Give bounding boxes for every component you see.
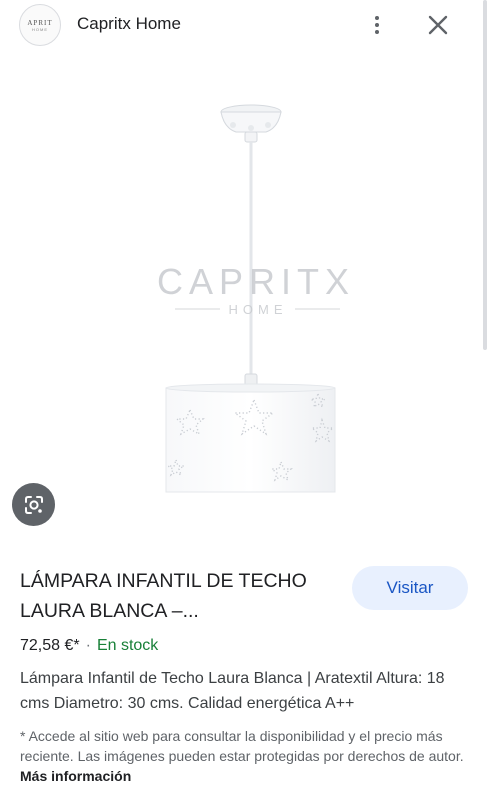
close-icon[interactable]	[424, 11, 452, 39]
logo-line-2: HOME	[32, 26, 48, 32]
stock-status: En stock	[96, 637, 159, 654]
product-image[interactable]: CAPRITX HOME	[0, 60, 488, 540]
price-row: 72,58 €* · En stock	[20, 637, 158, 655]
visit-button[interactable]: Visitar	[352, 566, 468, 610]
price: 72,58 €*	[20, 637, 80, 654]
ceiling-rose	[220, 104, 282, 143]
google-lens-button[interactable]	[12, 483, 55, 526]
site-name[interactable]: Capritx Home	[77, 14, 181, 34]
svg-text:CAPRITX: CAPRITX	[157, 261, 355, 302]
dot	[375, 30, 379, 34]
svg-text:HOME: HOME	[229, 302, 288, 317]
header-bar: APRIT HOME Capritx Home	[0, 0, 488, 50]
dot	[375, 16, 379, 20]
more-options-button[interactable]	[364, 11, 390, 39]
site-logo[interactable]: APRIT HOME	[19, 4, 61, 46]
watermark: CAPRITX HOME	[157, 261, 355, 317]
lamp-illustration: CAPRITX HOME	[157, 104, 355, 493]
product-title[interactable]: LÁMPARA INFANTIL DE TECHO LAURA BLANCA –…	[20, 566, 340, 626]
more-info-link[interactable]: Más información	[20, 768, 131, 784]
separator: ·	[85, 637, 91, 654]
lamp-shade	[165, 383, 336, 493]
google-lens-icon	[24, 495, 43, 514]
logo-line-1: APRIT	[27, 18, 53, 27]
dot	[375, 23, 379, 27]
disclaimer: * Accede al sitio web para consultar la …	[20, 726, 470, 786]
product-description: Lámpara Infantil de Techo Laura Blanca |…	[20, 670, 445, 712]
disclaimer-text: * Accede al sitio web para consultar la …	[20, 728, 464, 764]
